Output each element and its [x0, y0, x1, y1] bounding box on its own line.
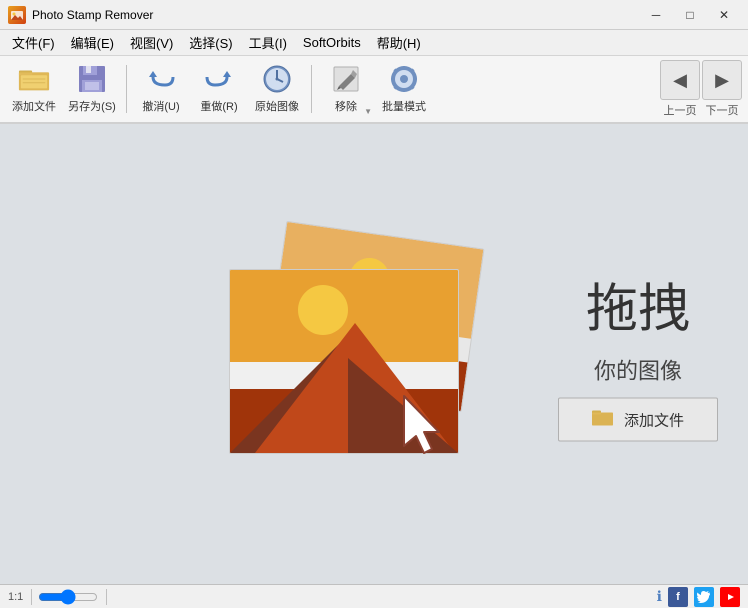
original-button[interactable]: 原始图像: [249, 60, 305, 118]
save-icon: [76, 64, 108, 94]
menu-select[interactable]: 选择(S): [181, 30, 240, 55]
original-label: 原始图像: [255, 98, 299, 114]
maximize-button[interactable]: □: [674, 5, 706, 25]
gear-icon: [388, 64, 420, 94]
menu-view[interactable]: 视图(V): [122, 30, 181, 55]
save-as-label: 另存为(S): [68, 98, 116, 114]
content-area: 拖拽 你的图像 添加文件: [0, 124, 748, 584]
youtube-play: [722, 591, 738, 603]
cursor-illustration: [394, 391, 454, 464]
batch-mode-label: 批量模式: [382, 98, 426, 114]
add-file-label: 添加文件: [12, 98, 56, 114]
app-icon: [8, 6, 26, 24]
remove-button[interactable]: 移除 ▼: [318, 60, 374, 118]
menu-softorbits[interactable]: SoftOrbits: [295, 32, 369, 53]
zoom-slider[interactable]: [38, 591, 98, 603]
clock-icon: [261, 64, 293, 94]
toolbar-separator-2: [311, 65, 312, 113]
redo-button[interactable]: 重做(R): [191, 60, 247, 118]
menu-edit[interactable]: 编辑(E): [63, 30, 122, 55]
status-bar: 1:1 ℹ f: [0, 584, 748, 608]
add-file-dropzone-button[interactable]: 添加文件: [558, 398, 718, 442]
toolbar-separator-1: [126, 65, 127, 113]
facebook-icon[interactable]: f: [668, 587, 688, 607]
app-title: Photo Stamp Remover: [32, 8, 640, 22]
prev-group: ◀ 上一页: [660, 60, 700, 118]
pencil-icon: [330, 64, 362, 94]
menu-file[interactable]: 文件(F): [4, 30, 63, 55]
drag-main-text: 拖拽: [586, 267, 690, 342]
menu-tools[interactable]: 工具(I): [241, 30, 295, 55]
folder-open-icon: [18, 64, 50, 94]
menu-bar: 文件(F) 编辑(E) 视图(V) 选择(S) 工具(I) SoftOrbits…: [0, 30, 748, 56]
redo-icon: [203, 64, 235, 94]
drop-zone[interactable]: 拖拽 你的图像 添加文件: [0, 124, 748, 584]
save-as-button[interactable]: 另存为(S): [64, 60, 120, 118]
slider-section: [38, 589, 107, 605]
remove-label: 移除: [335, 98, 357, 114]
drag-sub-text: 你的图像: [594, 354, 682, 386]
dropdown-arrow: ▼: [364, 107, 372, 116]
redo-label: 重做(R): [200, 98, 237, 114]
next-button[interactable]: ▶: [702, 60, 742, 100]
menu-help[interactable]: 帮助(H): [369, 30, 429, 55]
folder-icon: [592, 409, 614, 431]
prev-button[interactable]: ◀: [660, 60, 700, 100]
zoom-level: 1:1: [8, 591, 23, 603]
image-illustration: [214, 214, 534, 494]
add-file-btn-label: 添加文件: [624, 409, 684, 430]
title-bar: Photo Stamp Remover ─ □ ✕: [0, 0, 748, 30]
undo-label: 撤消(U): [142, 98, 179, 114]
next-group: ▶ 下一页: [702, 60, 742, 118]
info-icon: ℹ: [657, 588, 662, 605]
twitter-bird: [697, 591, 711, 603]
undo-icon: [145, 64, 177, 94]
text-section: 拖拽 你的图像 添加文件: [558, 267, 718, 442]
toolbar: 添加文件 另存为(S) 撤消(U): [0, 56, 748, 124]
minimize-button[interactable]: ─: [640, 5, 672, 25]
status-right: ℹ f: [657, 587, 740, 607]
next-label: 下一页: [702, 102, 742, 118]
undo-button[interactable]: 撤消(U): [133, 60, 189, 118]
nav-controls: ◀ 上一页 ▶ 下一页: [660, 60, 742, 118]
prev-label: 上一页: [660, 102, 700, 118]
batch-mode-button[interactable]: 批量模式: [376, 60, 432, 118]
close-button[interactable]: ✕: [708, 5, 740, 25]
youtube-icon[interactable]: [720, 587, 740, 607]
twitter-icon[interactable]: [694, 587, 714, 607]
window-controls: ─ □ ✕: [640, 5, 740, 25]
zoom-section: 1:1: [8, 589, 32, 605]
add-file-button[interactable]: 添加文件: [6, 60, 62, 118]
